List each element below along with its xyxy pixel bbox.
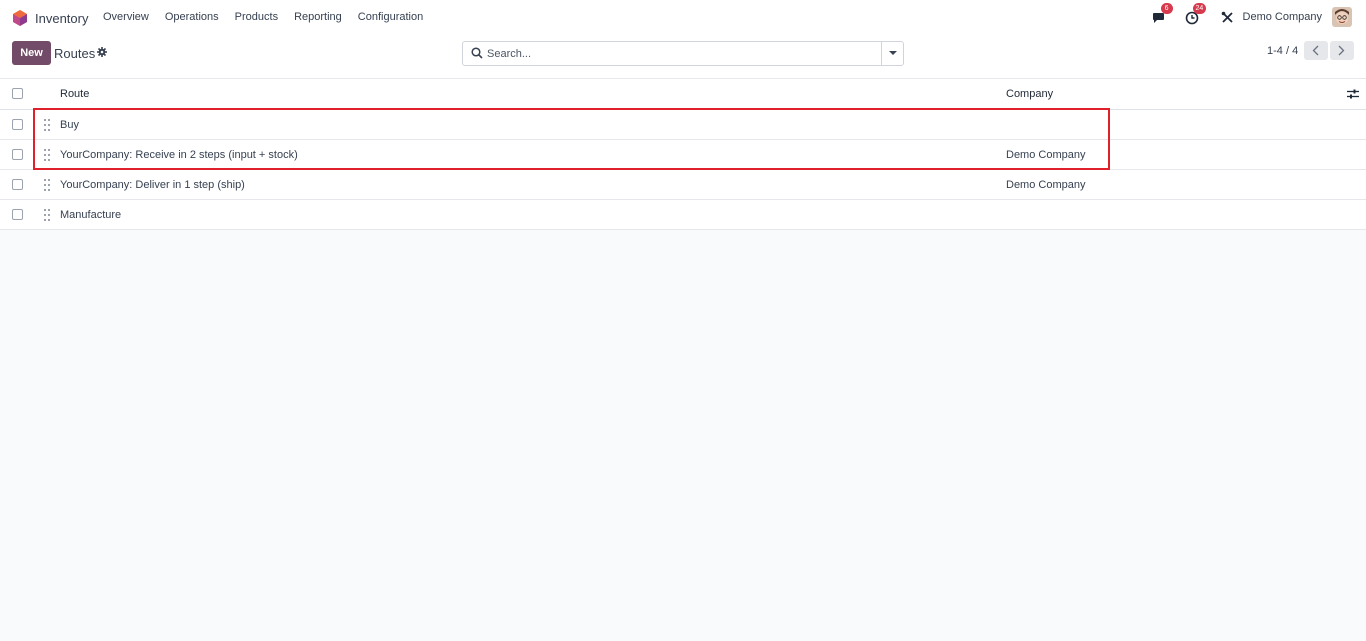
table-row[interactable]: Manufacture (0, 200, 1366, 230)
pager-value[interactable]: 1-4 / 4 (1267, 45, 1298, 57)
search-bar (462, 41, 904, 66)
chevron-left-icon (1312, 45, 1319, 56)
messages-button[interactable]: 6 (1152, 3, 1173, 25)
caret-down-icon (889, 51, 897, 55)
menu-reporting[interactable]: Reporting (294, 11, 342, 23)
pager-next-button[interactable] (1330, 41, 1354, 60)
column-header-route[interactable]: Route (60, 88, 89, 100)
route-company: Demo Company (1006, 149, 1086, 161)
drag-handle-icon[interactable] (44, 119, 50, 131)
new-button[interactable]: New (12, 41, 51, 65)
chevron-right-icon (1338, 45, 1345, 56)
main-menu: Overview Operations Products Reporting C… (103, 11, 439, 23)
pager-previous-button[interactable] (1304, 41, 1328, 60)
list-header: Route Company (0, 79, 1366, 110)
app-name[interactable]: Inventory (35, 11, 88, 26)
route-name: YourCompany: Deliver in 1 step (ship) (60, 179, 245, 191)
route-name: Buy (60, 119, 79, 131)
route-name: YourCompany: Receive in 2 steps (input +… (60, 149, 298, 161)
menu-operations[interactable]: Operations (165, 11, 219, 23)
top-navbar: Inventory Overview Operations Products R… (0, 0, 1366, 34)
search-options-toggle[interactable] (881, 42, 903, 65)
company-switcher[interactable]: Demo Company (1243, 11, 1322, 23)
avatar-icon (1332, 7, 1352, 27)
gear-icon[interactable] (97, 47, 107, 57)
activities-badge: 24 (1192, 3, 1207, 14)
activities-button[interactable]: 24 (1185, 3, 1207, 25)
row-checkbox[interactable] (12, 149, 23, 160)
route-name: Manufacture (60, 209, 122, 221)
row-checkbox[interactable] (12, 209, 23, 220)
row-checkbox[interactable] (12, 179, 23, 190)
route-company: Demo Company (1006, 179, 1086, 191)
drag-handle-icon[interactable] (44, 179, 50, 191)
menu-configuration[interactable]: Configuration (358, 11, 423, 23)
row-checkbox[interactable] (12, 119, 23, 130)
inventory-app-icon[interactable] (12, 10, 28, 26)
drag-handle-icon[interactable] (44, 209, 50, 221)
messages-badge: 6 (1160, 3, 1173, 14)
page-title: Routes (54, 46, 96, 61)
table-row[interactable]: YourCompany: Deliver in 1 step (ship) De… (0, 170, 1366, 200)
table-row[interactable]: YourCompany: Receive in 2 steps (input +… (0, 140, 1366, 170)
search-input[interactable] (487, 44, 877, 63)
routes-list: Route Company Buy YourCompany: Receive i… (0, 79, 1366, 230)
search-icon (471, 47, 483, 59)
column-header-company[interactable]: Company (1006, 88, 1053, 100)
systray: 6 24 Demo Company (1152, 3, 1352, 27)
drag-handle-icon[interactable] (44, 149, 50, 161)
optional-columns-icon[interactable] (1347, 88, 1359, 100)
debug-tools-icon[interactable] (1221, 11, 1234, 24)
control-panel: New Routes 1-4 / 4 (0, 34, 1366, 79)
table-row[interactable]: Buy (0, 110, 1366, 140)
user-avatar[interactable] (1332, 7, 1352, 27)
select-all-checkbox[interactable] (12, 88, 23, 99)
menu-products[interactable]: Products (235, 11, 278, 23)
menu-overview[interactable]: Overview (103, 11, 149, 23)
